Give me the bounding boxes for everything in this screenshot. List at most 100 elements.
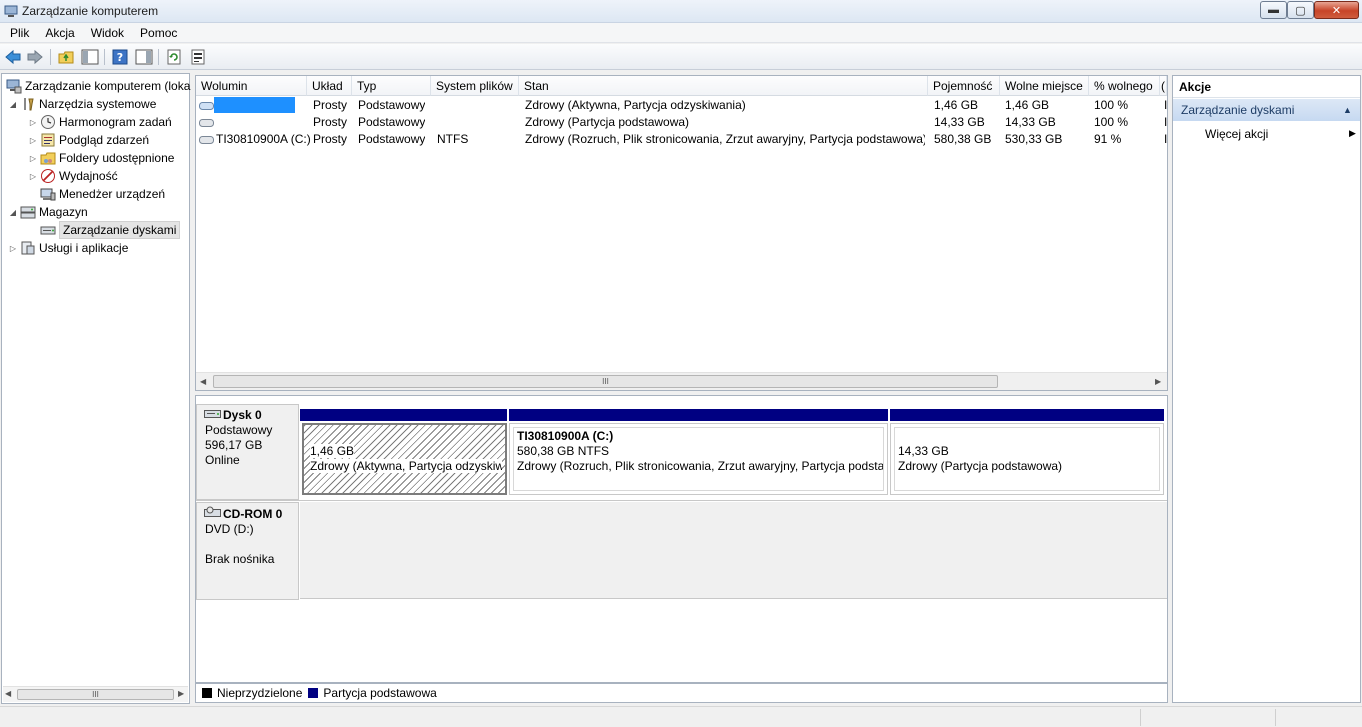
event-viewer-icon xyxy=(40,132,56,148)
tree-item-disk-management[interactable]: Zarządzanie dyskami xyxy=(38,221,181,239)
show-hide-action-pane-icon[interactable] xyxy=(135,48,153,66)
menu-akcja[interactable]: Akcja xyxy=(37,26,82,40)
disk-0-info[interactable]: Dysk 0 Podstawowy 596,17 GB Online xyxy=(196,404,299,500)
partition-status: Zdrowy (Rozruch, Plik stronicowania, Zrz… xyxy=(517,459,884,473)
column-header-status[interactable]: Stan xyxy=(519,76,928,96)
cdrom-0-info[interactable]: CD-ROM 0 DVD (D:) Brak nośnika xyxy=(196,502,299,600)
volume-icon xyxy=(199,100,215,114)
column-header-capacity[interactable]: Pojemność xyxy=(928,76,1000,96)
cell-layout: Prosty xyxy=(313,98,348,112)
partition-bar xyxy=(890,409,1164,421)
expand-arrow-icon[interactable]: ▷ xyxy=(28,136,38,145)
disk-state: Online xyxy=(205,453,240,467)
forward-icon[interactable] xyxy=(26,48,44,66)
cell-filesystem: NTFS xyxy=(437,132,469,146)
expand-arrow-icon[interactable]: ▷ xyxy=(28,154,38,163)
tree-item-performance[interactable]: ▷ Wydajność xyxy=(28,167,118,185)
disk-management-icon xyxy=(40,222,56,238)
svg-text:?: ? xyxy=(117,51,123,64)
menu-pomoc[interactable]: Pomoc xyxy=(132,26,185,40)
tree-item-label: Zarządzanie dyskami xyxy=(59,221,181,239)
properties-icon[interactable] xyxy=(189,48,207,66)
tree-item-task-scheduler[interactable]: ▷ Harmonogram zadań xyxy=(28,113,172,131)
submenu-arrow-icon[interactable]: ▶ xyxy=(1349,128,1356,139)
partition-recovery[interactable]: 1,46 GB Zdrowy (Aktywna, Partycja odzysk… xyxy=(302,423,507,495)
expand-arrow-icon[interactable]: ▷ xyxy=(8,244,18,253)
back-icon[interactable] xyxy=(4,48,22,66)
partition-size: 1,46 GB xyxy=(310,444,355,458)
cdrom-drive-icon xyxy=(204,506,222,522)
legend-label-unallocated: Nieprzydzielone xyxy=(217,686,303,700)
disk-map: Dysk 0 Podstawowy 596,17 GB Online 1,46 … xyxy=(195,395,1168,683)
cell-volume: TI30810900A (C:) xyxy=(216,132,311,146)
redacted-volume-name xyxy=(214,97,295,113)
cell-free: 530,33 GB xyxy=(1005,132,1063,146)
legend: Nieprzydzielone Partycja podstawowa xyxy=(195,683,1168,703)
computer-management-icon xyxy=(6,78,22,94)
partition-bar xyxy=(300,409,507,421)
title-bar[interactable]: Zarządzanie komputerem ▬ ▢ ✕ xyxy=(0,0,1362,23)
task-scheduler-icon xyxy=(40,114,56,130)
maximize-button[interactable]: ▢ xyxy=(1287,1,1314,19)
close-button[interactable]: ✕ xyxy=(1314,1,1359,19)
tree-item-storage[interactable]: ◢ Magazyn xyxy=(8,203,88,221)
tree-item-device-manager[interactable]: Menedżer urządzeń xyxy=(38,185,165,203)
menu-bar: Plik Akcja Widok Pomoc xyxy=(0,23,1362,43)
tree-item-shared-folders[interactable]: ▷ Foldery udostępnione xyxy=(28,149,175,167)
column-header-free-space[interactable]: Wolne miejsce xyxy=(1000,76,1089,96)
column-header-filesystem[interactable]: System plików xyxy=(431,76,519,96)
scroll-right-arrow-icon[interactable]: ▶ xyxy=(178,689,184,698)
partition-c[interactable]: TI30810900A (C:) 580,38 GB NTFS Zdrowy (… xyxy=(509,423,888,495)
actions-group-disk-management[interactable]: Zarządzanie dyskami ▲ xyxy=(1173,99,1360,121)
expand-arrow-icon[interactable]: ▷ xyxy=(28,172,38,181)
tree-item-computer-management[interactable]: Zarządzanie komputerem (loka xyxy=(4,77,190,95)
up-folder-icon[interactable] xyxy=(57,48,75,66)
column-header-type[interactable]: Typ xyxy=(352,76,431,96)
cdrom-empty-area xyxy=(300,502,1167,599)
computer-management-icon xyxy=(4,4,18,18)
tree-item-label: Foldery udostępnione xyxy=(59,151,175,165)
collapse-arrow-icon[interactable]: ◢ xyxy=(8,208,18,217)
disk-type: Podstawowy xyxy=(205,423,273,437)
toolbar: ? xyxy=(0,44,1362,70)
scroll-thumb[interactable]: III xyxy=(17,689,174,700)
minimize-button[interactable]: ▬ xyxy=(1260,1,1287,19)
more-actions[interactable]: Więcej akcji xyxy=(1205,127,1268,141)
column-header-volume[interactable]: Wolumin xyxy=(196,76,307,96)
refresh-icon[interactable] xyxy=(165,48,183,66)
tree-item-label: Menedżer urządzeń xyxy=(59,187,166,201)
tree-item-system-tools[interactable]: ◢ Narzędzia systemowe xyxy=(8,95,156,113)
performance-icon xyxy=(40,168,56,184)
cell-capacity: 580,38 GB xyxy=(934,132,992,146)
tree-item-label: Podgląd zdarzeń xyxy=(59,133,150,147)
cell-layout: Prosty xyxy=(313,132,348,146)
column-header-layout[interactable]: Układ xyxy=(307,76,352,96)
cell-type: Podstawowy xyxy=(358,132,426,146)
scroll-thumb[interactable]: III xyxy=(213,375,998,388)
collapse-up-icon[interactable]: ▲ xyxy=(1343,99,1352,121)
disk-name: CD-ROM 0 xyxy=(223,506,283,521)
column-header-extra[interactable]: ( xyxy=(1160,76,1167,96)
scroll-left-arrow-icon[interactable]: ◀ xyxy=(5,689,11,698)
column-header-percent-free[interactable]: % wolnego xyxy=(1089,76,1160,96)
tree-item-services-apps[interactable]: ▷ Usługi i aplikacje xyxy=(8,239,128,257)
tree-item-label: Magazyn xyxy=(39,205,88,219)
disk-state: Brak nośnika xyxy=(205,552,275,566)
collapse-arrow-icon[interactable]: ◢ xyxy=(8,100,18,109)
cell-type: Podstawowy xyxy=(358,98,426,112)
volume-list-horizontal-scrollbar[interactable]: ◀ III ▶ xyxy=(196,372,1167,390)
menu-widok[interactable]: Widok xyxy=(83,26,132,40)
scroll-left-arrow-icon[interactable]: ◀ xyxy=(200,377,206,386)
tree-item-label: Narzędzia systemowe xyxy=(39,97,157,111)
partition-status: Zdrowy (Partycja podstawowa) xyxy=(898,459,1063,473)
window-title: Zarządzanie komputerem xyxy=(22,4,159,18)
tree-item-event-viewer[interactable]: ▷ Podgląd zdarzeń xyxy=(28,131,149,149)
partition-primary[interactable]: 14,33 GB Zdrowy (Partycja podstawowa) xyxy=(890,423,1164,495)
show-hide-tree-icon[interactable] xyxy=(81,48,99,66)
tree-horizontal-scrollbar[interactable]: ◀ III ▶ xyxy=(3,686,188,702)
more-actions-label: Więcej akcji xyxy=(1205,127,1269,141)
scroll-right-arrow-icon[interactable]: ▶ xyxy=(1155,377,1161,386)
help-icon[interactable]: ? xyxy=(111,48,129,66)
menu-plik[interactable]: Plik xyxy=(2,26,37,40)
expand-arrow-icon[interactable]: ▷ xyxy=(28,118,38,127)
